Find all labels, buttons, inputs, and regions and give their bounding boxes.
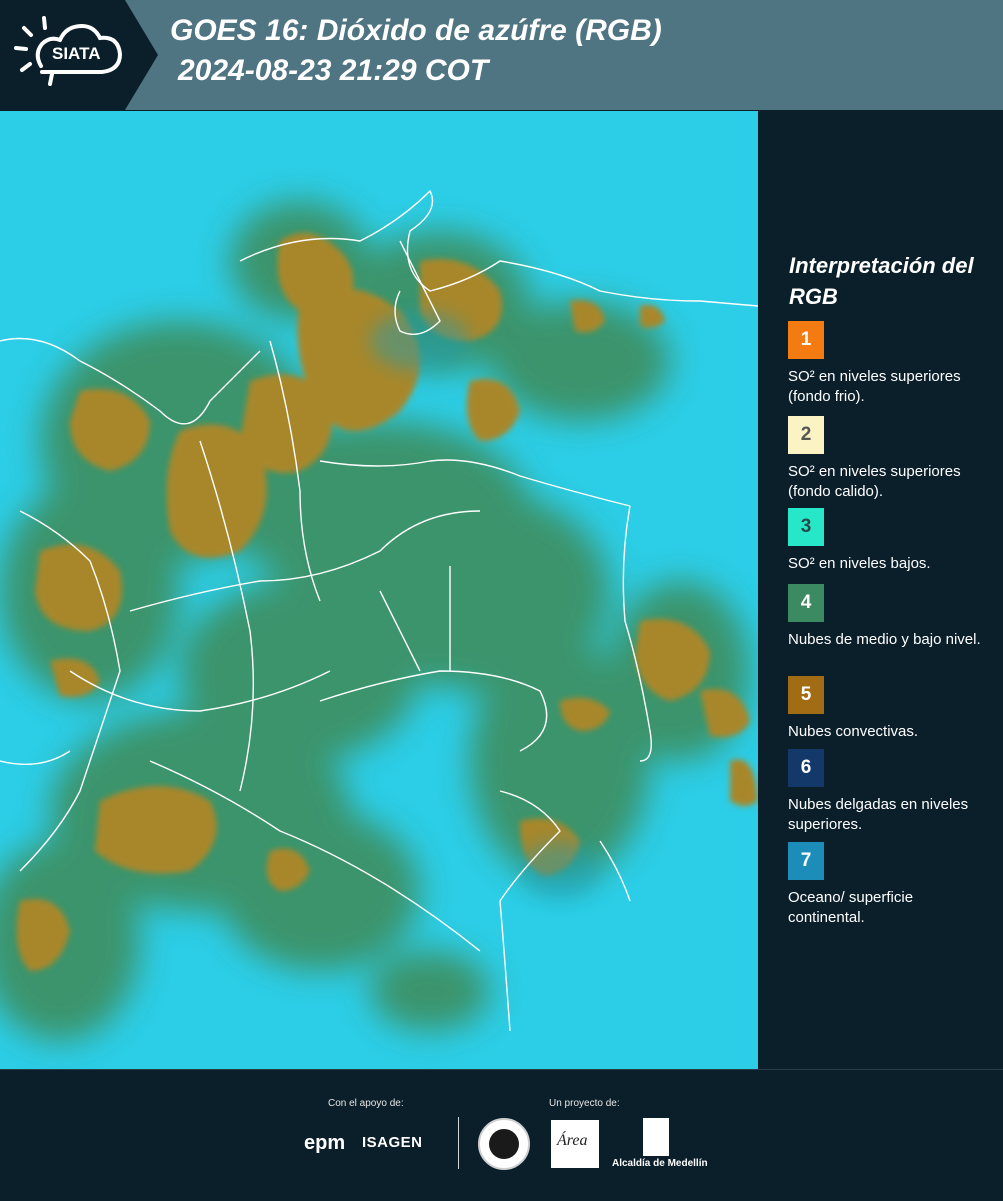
legend-text-6: Nubes delgadas en niveles superiores.: [788, 796, 969, 833]
header-bar: SIATA GOES 16: Dióxido de azúfre (RGB) 2…: [0, 0, 1003, 110]
footer: Con el apoyo de: Un proyecto de: epm ISA…: [0, 1069, 1003, 1201]
medellin-seal-logo: [478, 1118, 530, 1170]
legend-item-2: 2 SO² en niveles superiores (fondo calid…: [788, 416, 993, 502]
satellite-map[interactable]: [0, 111, 758, 1069]
legend-swatch-6: 6: [788, 749, 824, 787]
project-label: Un proyecto de:: [549, 1098, 620, 1109]
legend-item-5: 5 Nubes convectivas.: [788, 676, 993, 742]
legend-swatch-2: 2: [788, 416, 824, 454]
legend-text-1: SO² en niveles superiores (fondo frio).: [788, 368, 961, 405]
area-metropolitana-logo: Área: [551, 1120, 599, 1168]
legend-panel: Interpretación del RGB 1 SO² en niveles …: [758, 111, 1003, 1069]
alcaldia-icon: [643, 1118, 669, 1156]
alcaldia-label: Alcaldía de Medellín: [612, 1158, 708, 1169]
legend-item-4: 4 Nubes de medio y bajo nivel.: [788, 584, 993, 650]
legend-text-3: SO² en niveles bajos.: [788, 555, 931, 572]
legend-item-6: 6 Nubes delgadas en niveles superiores.: [788, 749, 993, 835]
legend-swatch-5: 5: [788, 676, 824, 714]
legend-swatch-3: 3: [788, 508, 824, 546]
epm-logo: epm: [304, 1132, 346, 1154]
legend-text-7: Oceano/ superficie continental.: [788, 889, 914, 926]
legend-item-1: 1 SO² en niveles superiores (fondo frio)…: [788, 321, 993, 407]
amva-text: Área: [557, 1132, 588, 1149]
legend-text-4: Nubes de medio y bajo nivel.: [788, 631, 981, 648]
footer-divider: [458, 1117, 459, 1169]
legend-item-3: 3 SO² en niveles bajos.: [788, 508, 993, 574]
legend-swatch-4: 4: [788, 584, 824, 622]
legend-item-7: 7 Oceano/ superficie continental.: [788, 842, 993, 928]
legend-swatch-7: 7: [788, 842, 824, 880]
support-label: Con el apoyo de:: [328, 1098, 404, 1109]
logo-text: SIATA: [52, 44, 101, 63]
legend-title: Interpretación del RGB: [789, 253, 974, 309]
legend-text-5: Nubes convectivas.: [788, 723, 919, 740]
legend-text-2: SO² en niveles superiores (fondo calido)…: [788, 463, 961, 500]
legend-swatch-1: 1: [788, 321, 824, 359]
isagen-logo: ISAGEN: [362, 1134, 423, 1151]
page-timestamp: 2024-08-23 21:29 COT: [178, 54, 489, 87]
page-title: GOES 16: Dióxido de azúfre (RGB): [170, 14, 662, 47]
